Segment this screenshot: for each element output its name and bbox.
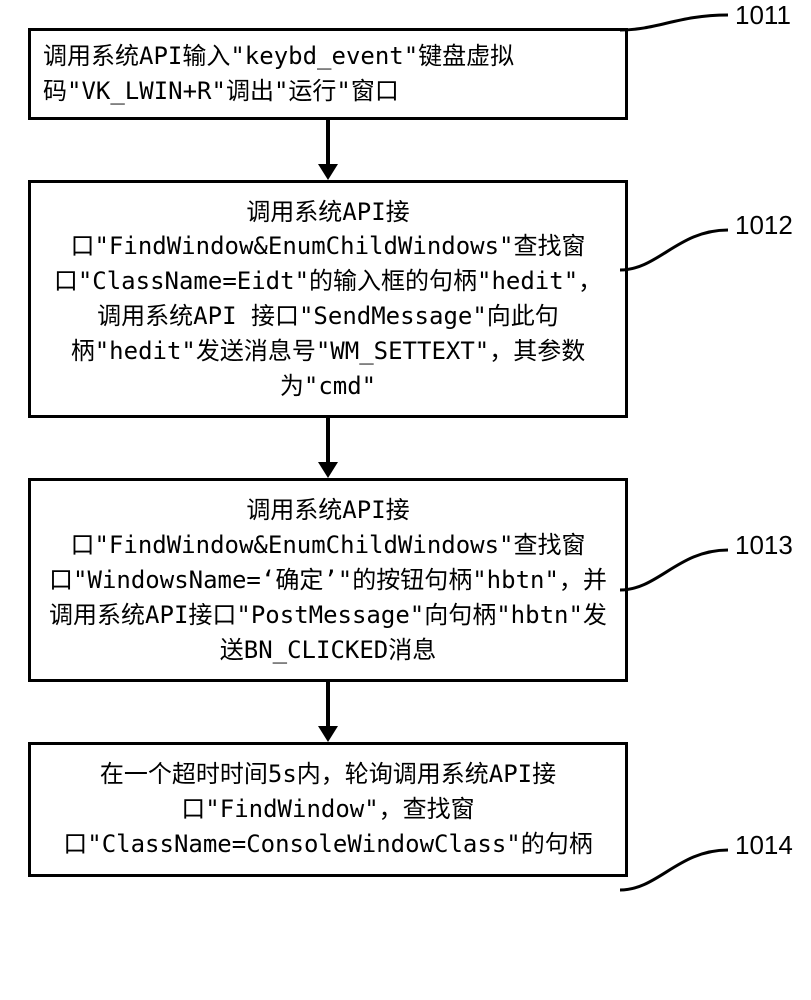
label-1012: 1012 — [735, 210, 793, 241]
flow-box-text: 调用系统API接口"FindWindow&EnumChildWindows"查找… — [54, 198, 602, 400]
flow-box-1011: 调用系统API输入"keybd_event"键盘虚拟码"VK_LWIN+R"调出… — [28, 28, 628, 120]
label-1013: 1013 — [735, 530, 793, 561]
flow-box-1014: 在一个超时时间5s内，轮询调用系统API接口"FindWindow"，查找窗口"… — [28, 742, 628, 876]
flow-box-text: 调用系统API接口"FindWindow&EnumChildWindows"查找… — [49, 496, 607, 663]
flow-box-text: 在一个超时时间5s内，轮询调用系统API接口"FindWindow"，查找窗口"… — [63, 760, 592, 858]
arrow-1 — [326, 120, 330, 180]
flowchart: 调用系统API输入"keybd_event"键盘虚拟码"VK_LWIN+R"调出… — [18, 28, 638, 877]
arrow-3 — [326, 682, 330, 742]
label-1014: 1014 — [735, 830, 793, 861]
flow-box-1012: 调用系统API接口"FindWindow&EnumChildWindows"查找… — [28, 180, 628, 419]
arrow-2 — [326, 418, 330, 478]
flow-box-text: 调用系统API输入"keybd_event"键盘虚拟码"VK_LWIN+R"调出… — [43, 42, 514, 105]
label-1011: 1011 — [735, 0, 791, 31]
flow-box-1013: 调用系统API接口"FindWindow&EnumChildWindows"查找… — [28, 478, 628, 682]
